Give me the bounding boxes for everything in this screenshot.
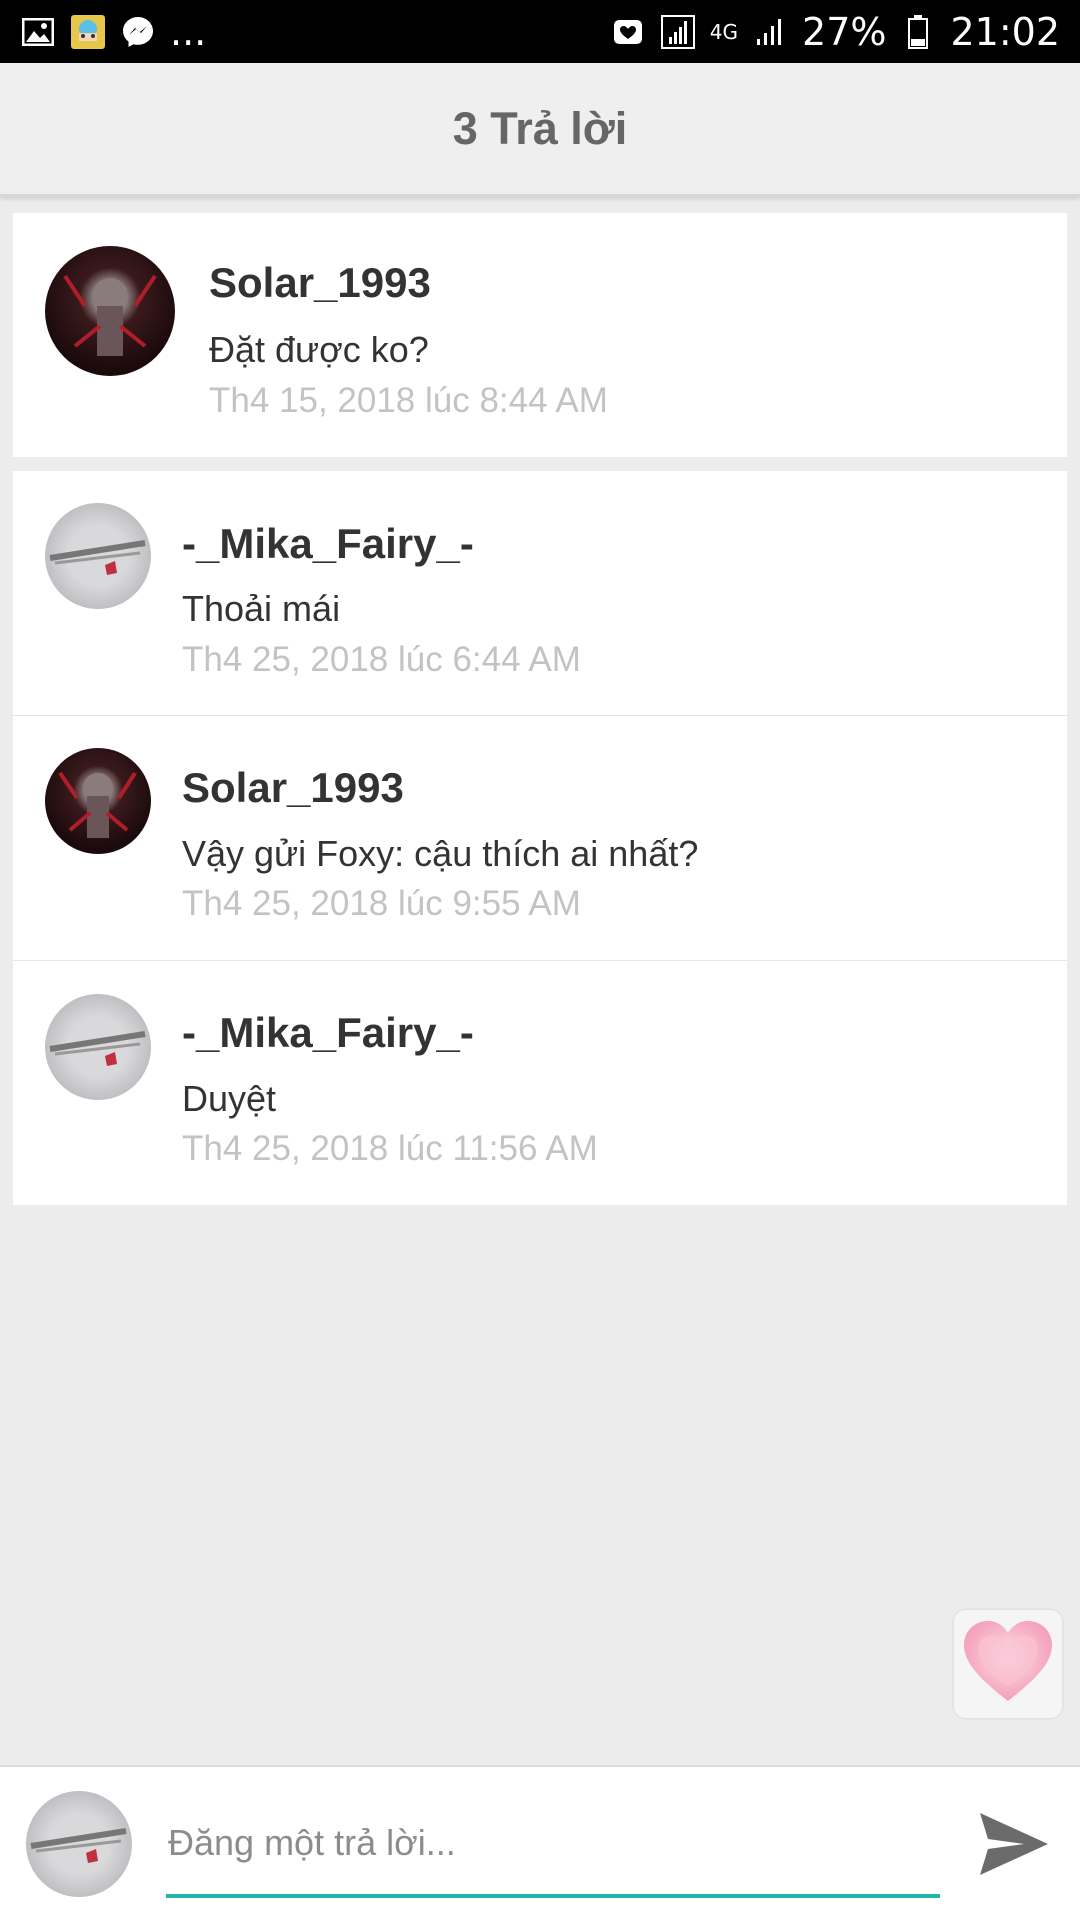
clock: 21:02 [950,9,1060,54]
battery-icon [900,14,936,50]
send-button[interactable] [975,1807,1053,1885]
status-bar: ... 4G 27% 21:02 [0,0,1080,63]
current-user-avatar [26,1791,132,1897]
signal-bars-icon [752,14,788,50]
avatar[interactable] [45,503,151,609]
more-notifications: ... [170,9,207,54]
original-post: Solar_1993 Đặt được ko? Th4 15, 2018 lúc… [13,213,1067,457]
messenger-icon [120,14,156,50]
timestamp: Th4 25, 2018 lúc 9:55 AM [182,884,581,923]
send-icon [978,1811,1050,1882]
gallery-icon [20,14,56,50]
reply-item: -_Mika_Fairy_- Thoải mái Th4 25, 2018 lú… [13,471,1067,715]
replies-card: -_Mika_Fairy_- Thoải mái Th4 25, 2018 lú… [13,471,1067,1205]
timestamp: Th4 25, 2018 lúc 11:56 AM [182,1129,598,1168]
message-text: Vậy gửi Foxy: cậu thích ai nhất? [182,833,699,874]
signal-icon [660,14,696,50]
like-button[interactable] [952,1608,1064,1720]
reply-input[interactable] [166,1807,940,1879]
avatar[interactable] [45,246,175,376]
reply-item: Solar_1993 Vậy gửi Foxy: cậu thích ai nh… [13,716,1067,960]
avatar[interactable] [45,748,151,854]
message-text: Thoải mái [182,588,341,629]
heart-icon [960,1617,1056,1712]
message-text: Duyệt [182,1078,277,1119]
username[interactable]: Solar_1993 [182,764,404,812]
message-text: Đặt được ko? [209,329,429,370]
original-post-card: Solar_1993 Đặt được ko? Th4 15, 2018 lúc… [13,213,1067,457]
status-right: 4G 27% 21:02 [610,10,1060,54]
app-header: 3 Trả lời [0,63,1080,197]
battery-percent: 27% [802,9,887,54]
app-avatar-icon [70,14,106,50]
page-title: 3 Trả lời [452,102,628,154]
timestamp: Th4 15, 2018 lúc 8:44 AM [209,381,608,420]
status-left: ... [20,10,206,54]
notification-icon [610,14,646,50]
timestamp: Th4 25, 2018 lúc 6:44 AM [182,640,581,679]
username[interactable]: -_Mika_Fairy_- [182,1009,474,1057]
username[interactable]: -_Mika_Fairy_- [182,520,474,568]
input-underline [166,1894,940,1898]
avatar[interactable] [45,994,151,1100]
reply-item: -_Mika_Fairy_- Duyệt Th4 25, 2018 lúc 11… [13,961,1067,1205]
reply-composer [0,1765,1080,1920]
username[interactable]: Solar_1993 [209,259,431,307]
4g-icon: 4G [709,19,739,44]
